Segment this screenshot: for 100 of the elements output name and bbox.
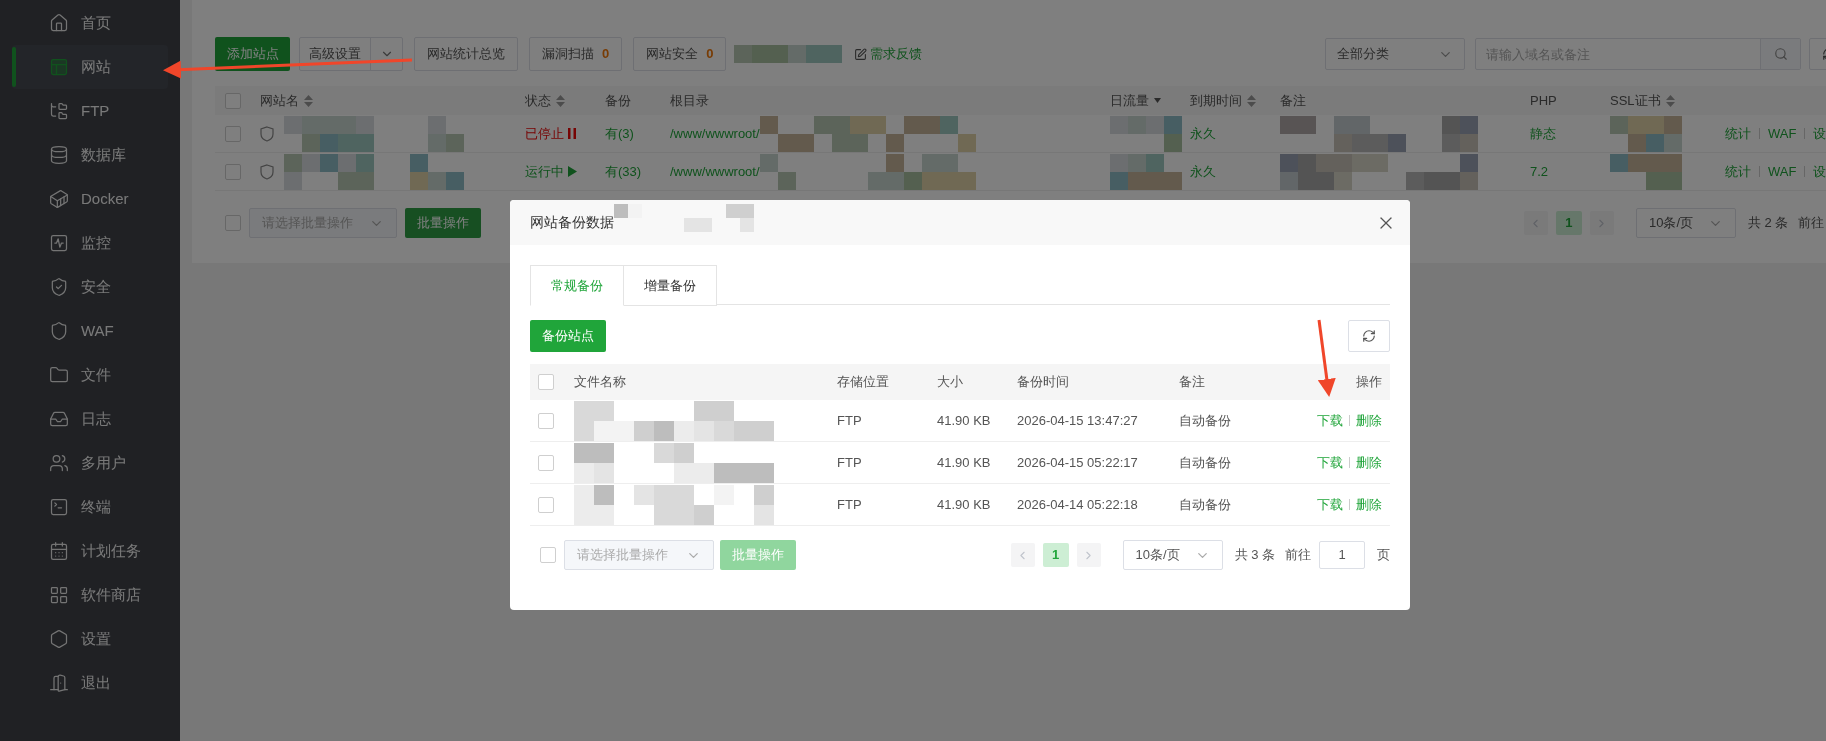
tab[interactable]: 增量备份 xyxy=(624,265,717,306)
column-header[interactable]: 状态 xyxy=(525,86,605,115)
checkbox[interactable] xyxy=(225,163,241,180)
toolbar-button[interactable]: 网站安全 0 xyxy=(633,37,727,71)
action-link[interactable]: 下载 xyxy=(1317,452,1343,473)
sidebar-item[interactable]: 数据库 xyxy=(12,133,168,177)
column-title: SSL证书 xyxy=(1610,91,1661,110)
sidebar-item[interactable]: 监控 xyxy=(12,221,168,265)
feedback-link[interactable]: 需求反馈 xyxy=(870,44,923,64)
action-link[interactable]: 设 xyxy=(1813,161,1826,182)
column-header[interactable]: 日流量 xyxy=(1110,86,1190,115)
sort-icon[interactable] xyxy=(1247,94,1256,107)
table-cell: 41.90 KB xyxy=(937,412,991,428)
select-field[interactable]: 10条/页 xyxy=(1635,208,1736,238)
toolbar-button[interactable]: 漏洞扫描 0 xyxy=(529,37,623,71)
pause-icon[interactable] xyxy=(568,128,576,139)
next-page-button[interactable] xyxy=(1076,543,1101,567)
table-cell: 2026-04-14 05:22:18 xyxy=(1017,496,1138,512)
expiry-text[interactable]: 永久 xyxy=(1190,125,1216,141)
page-button[interactable]: 1 xyxy=(1555,211,1582,235)
search-icon xyxy=(1773,47,1788,61)
folder-network-icon xyxy=(49,101,69,121)
php-version-link[interactable]: 7.2 xyxy=(1530,163,1549,179)
root-path-link[interactable]: /www/wwwroot/ xyxy=(670,161,760,182)
column-title: 备份 xyxy=(605,91,631,110)
action-link[interactable]: 下载 xyxy=(1317,410,1343,431)
refresh-button[interactable] xyxy=(1348,320,1390,352)
action-link[interactable]: WAF xyxy=(1768,123,1797,144)
column-header[interactable]: SSL证书 xyxy=(1610,86,1725,115)
checkbox[interactable] xyxy=(538,496,554,513)
refresh-icon xyxy=(1362,329,1376,343)
root-path-link[interactable]: /www/wwwroot/ xyxy=(670,123,760,144)
sidebar-item[interactable]: 日志 xyxy=(12,397,168,441)
sort-icon[interactable] xyxy=(556,94,565,107)
php-version-link[interactable]: 静态 xyxy=(1530,125,1556,141)
checkbox[interactable] xyxy=(538,374,554,390)
checkbox[interactable] xyxy=(225,125,241,142)
sort-descending-icon[interactable] xyxy=(1154,98,1161,103)
page-button[interactable]: 1 xyxy=(1042,543,1069,567)
column-header: 备注 xyxy=(1179,374,1205,390)
backup-link[interactable]: 有(3) xyxy=(605,125,634,141)
sort-icon[interactable] xyxy=(304,94,313,107)
table-cell: 41.90 KB xyxy=(937,496,991,512)
action-link[interactable]: 删除 xyxy=(1356,410,1382,431)
checkbox[interactable] xyxy=(538,454,554,471)
next-page-button[interactable] xyxy=(1589,211,1614,235)
advanced-settings-button[interactable]: 高级设置 xyxy=(299,37,403,71)
sidebar-item[interactable]: 安全 xyxy=(12,265,168,309)
sidebar-item[interactable]: Docker xyxy=(12,177,168,221)
play-icon[interactable] xyxy=(568,166,577,177)
sidebar-item[interactable]: FTP xyxy=(12,89,168,133)
tab[interactable]: 常规备份 xyxy=(530,265,624,306)
checkbox[interactable] xyxy=(225,92,241,109)
category-select[interactable]: 全部分类 xyxy=(1325,38,1466,70)
action-link[interactable]: 统计 xyxy=(1725,161,1751,182)
column-header[interactable]: 备份 xyxy=(605,86,670,115)
column-header: 操作 xyxy=(1356,374,1382,390)
search-button[interactable] xyxy=(1760,39,1801,69)
column-header[interactable]: 网站名 xyxy=(260,86,525,115)
toolbar-button[interactable]: 网站统计总览 xyxy=(414,37,518,71)
status-text[interactable]: 已停止 xyxy=(525,123,564,144)
action-link[interactable]: 统计 xyxy=(1725,123,1751,144)
shield-icon xyxy=(260,125,274,142)
backup-link[interactable]: 有(33) xyxy=(605,163,642,179)
action-link[interactable]: 删除 xyxy=(1356,452,1382,473)
sidebar-item[interactable]: 计划任务 xyxy=(12,529,168,573)
table-cell: 自动备份 xyxy=(1179,454,1231,470)
sidebar-item[interactable]: 退出 xyxy=(12,661,168,705)
column-header[interactable]: 到期时间 xyxy=(1190,86,1280,115)
select-field[interactable]: 10条/页 xyxy=(1122,540,1223,570)
column-header[interactable]: 备注 xyxy=(1280,86,1530,115)
terminal-icon xyxy=(49,497,69,517)
previous-page-button[interactable] xyxy=(1010,543,1035,567)
sidebar-item[interactable]: 设置 xyxy=(12,617,168,661)
action-link[interactable]: 删除 xyxy=(1356,494,1382,515)
action-link[interactable]: 设 xyxy=(1813,123,1826,144)
sidebar-item[interactable]: 文件 xyxy=(12,353,168,397)
sidebar-item[interactable]: 首页 xyxy=(12,1,168,45)
column-header[interactable]: PHP xyxy=(1530,86,1610,115)
page-input[interactable]: 1 xyxy=(1319,541,1365,569)
sidebar-item[interactable]: WAF xyxy=(12,309,168,353)
status-text[interactable]: 运行中 xyxy=(525,161,564,182)
previous-page-button[interactable] xyxy=(1523,211,1548,235)
table-cell: 2026-04-15 05:22:17 xyxy=(1017,454,1138,470)
sidebar-item[interactable]: 网站 xyxy=(12,45,168,89)
action-link[interactable]: WAF xyxy=(1768,161,1797,182)
container-icon xyxy=(49,189,69,209)
checkbox[interactable] xyxy=(538,412,554,429)
table-cell: 2026-04-15 13:47:27 xyxy=(1017,412,1138,428)
sidebar-item[interactable]: 多用户 xyxy=(12,441,168,485)
sort-icon[interactable] xyxy=(1665,94,1675,107)
expiry-text[interactable]: 永久 xyxy=(1190,163,1216,179)
add-site-button[interactable]: 添加站点 xyxy=(215,37,290,71)
column-header[interactable]: 根目录 xyxy=(670,86,1110,115)
sidebar-item[interactable]: 软件商店 xyxy=(12,573,168,617)
action-link[interactable]: 下载 xyxy=(1317,494,1343,515)
sidebar-item[interactable]: 终端 xyxy=(12,485,168,529)
shield-check-icon xyxy=(49,277,69,297)
backup-site-button[interactable]: 备份站点 xyxy=(530,320,606,352)
table-cell: 41.90 KB xyxy=(937,454,991,470)
